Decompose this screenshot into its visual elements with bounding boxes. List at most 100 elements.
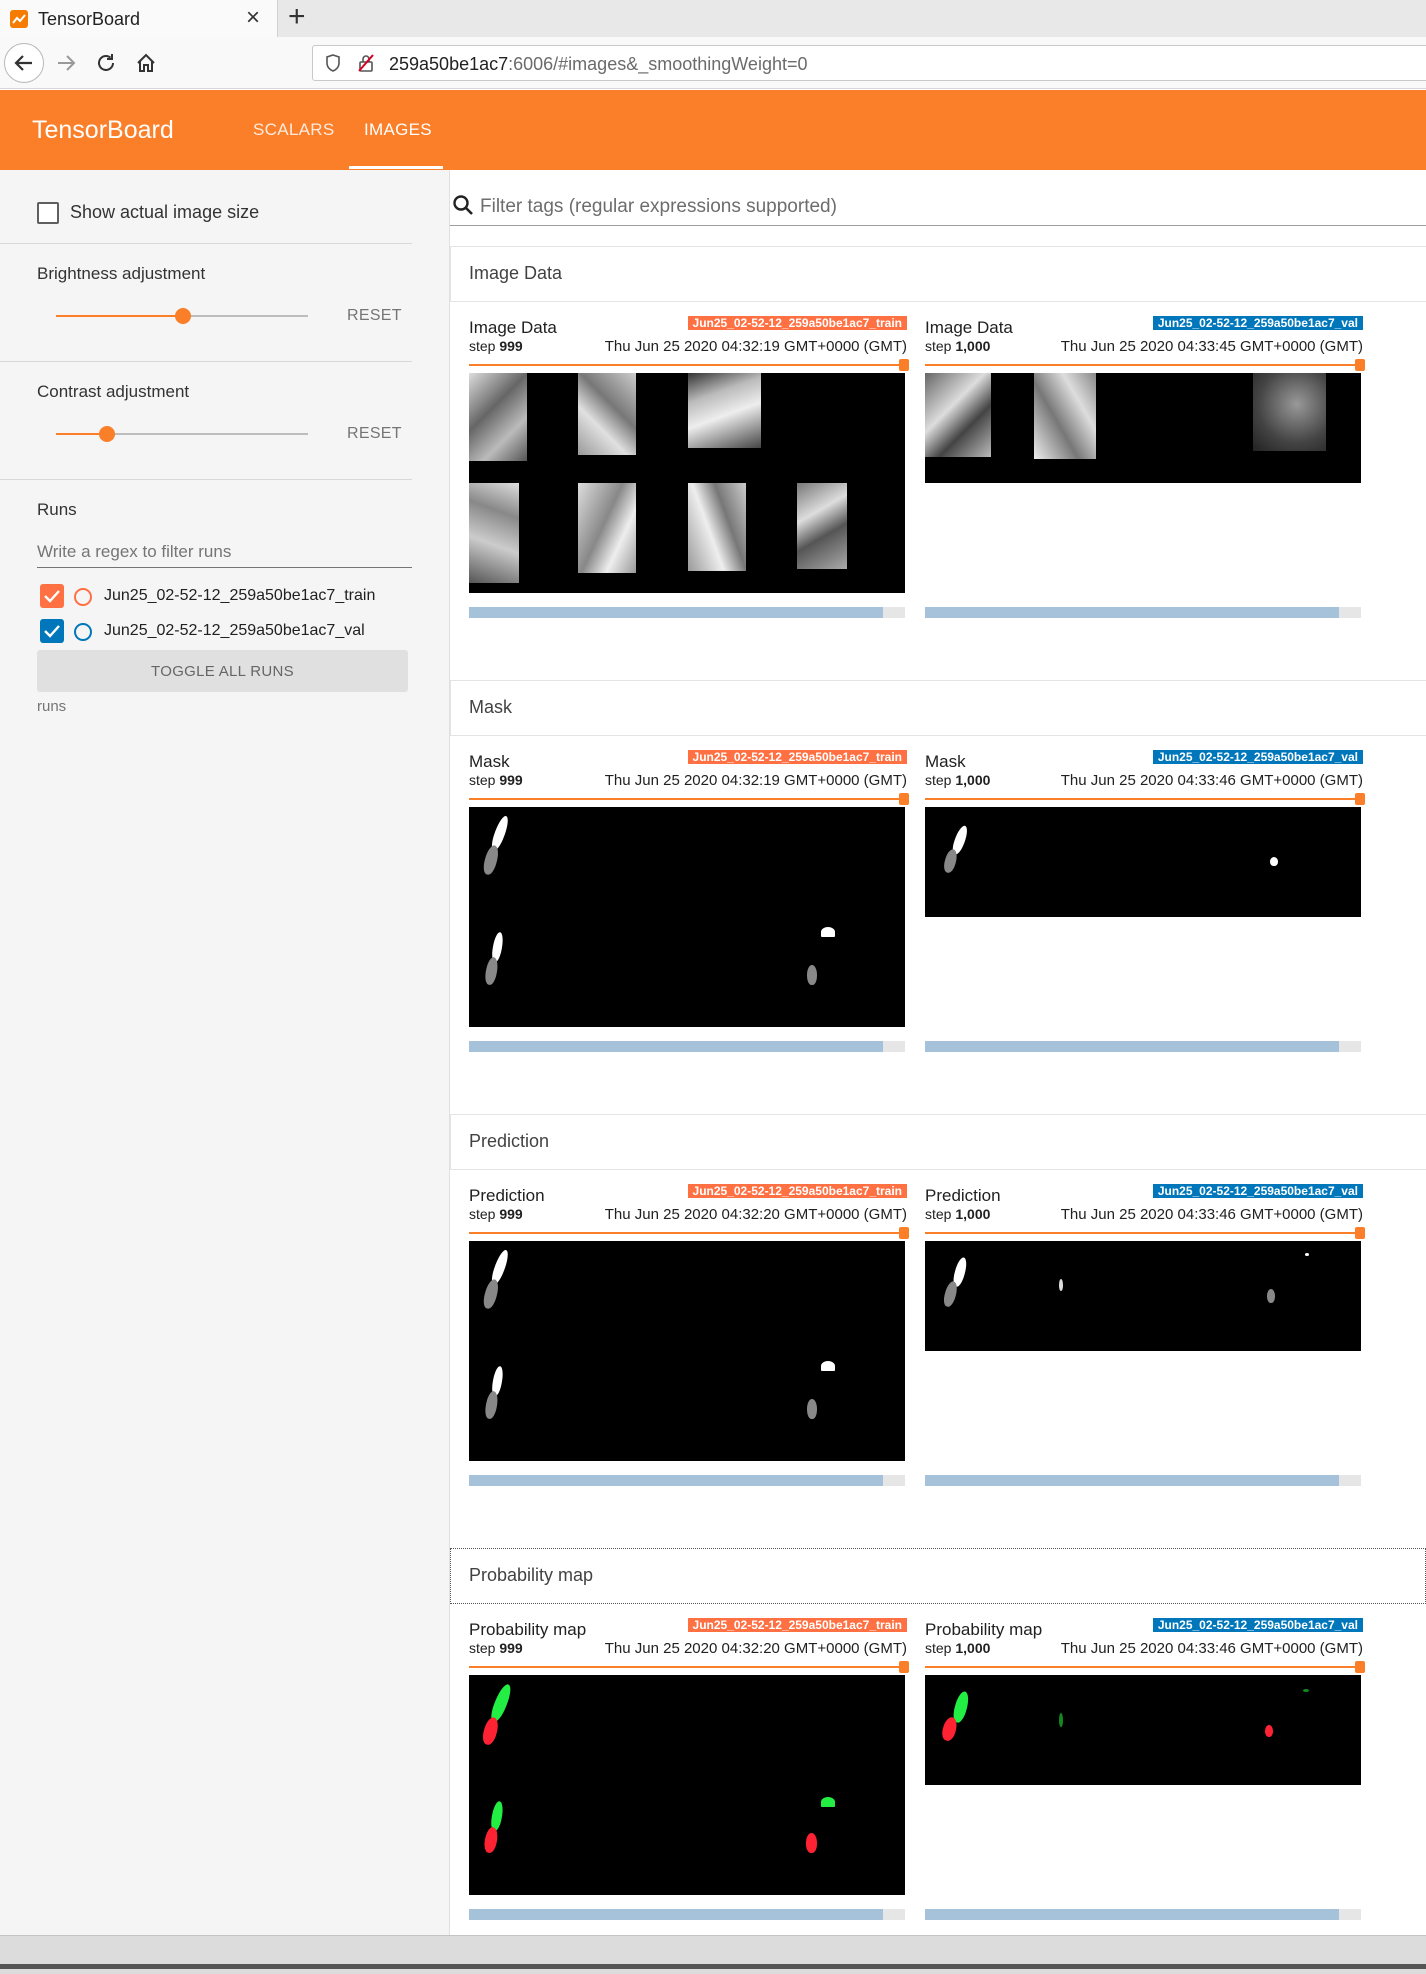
horizontal-scrollbar[interactable] <box>469 607 905 618</box>
step-slider[interactable] <box>469 359 909 371</box>
category-title: Prediction <box>469 1131 550 1151</box>
timestamp: Thu Jun 25 2020 04:33:46 GMT+0000 (GMT) <box>1060 772 1363 789</box>
mri-tile <box>469 483 519 583</box>
mri-tile <box>1253 373 1326 451</box>
category-header[interactable]: Mask <box>450 680 1426 736</box>
brightness-section: Brightness adjustment RESET <box>0 244 412 362</box>
scrollbar-thumb[interactable] <box>925 1475 1339 1486</box>
image-card-train: Mask Jun25_02-52-12_259a50be1ac7_train s… <box>467 750 909 1052</box>
horizontal-scrollbar[interactable] <box>469 1041 905 1052</box>
scrollbar-thumb[interactable] <box>469 607 883 618</box>
browser-tab[interactable]: TensorBoard × <box>0 0 278 37</box>
reload-button[interactable] <box>88 45 124 81</box>
step-slider[interactable] <box>925 1661 1365 1673</box>
url-text[interactable]: 259a50be1ac7:6006/#images&_smoothingWeig… <box>389 54 808 75</box>
mask-val-image <box>925 807 1361 917</box>
probability-map-train-image <box>469 1675 905 1895</box>
card-title: Image Data <box>469 318 557 337</box>
reload-icon <box>98 54 114 71</box>
step-slider[interactable] <box>469 1227 909 1239</box>
show-actual-size-section: Show actual image size <box>0 170 412 244</box>
card-title: Prediction <box>925 1186 1001 1205</box>
step-slider[interactable] <box>469 793 909 805</box>
scrollbar-thumb[interactable] <box>925 1041 1339 1052</box>
step-slider[interactable] <box>925 793 1365 805</box>
timestamp: Thu Jun 25 2020 04:32:20 GMT+0000 (GMT) <box>604 1206 907 1223</box>
run-badge: Jun25_02-52-12_259a50be1ac7_train <box>687 750 907 764</box>
back-button[interactable] <box>4 43 44 83</box>
horizontal-scrollbar[interactable] <box>925 1909 1361 1920</box>
step-slider-thumb[interactable] <box>1355 359 1365 371</box>
shield-icon[interactable] <box>325 54 341 77</box>
mask-blob <box>1270 857 1278 866</box>
tab-close-icon[interactable]: × <box>246 4 260 32</box>
show-actual-size-checkbox[interactable] <box>37 202 59 224</box>
horizontal-scrollbar[interactable] <box>469 1909 905 1920</box>
step-slider-thumb[interactable] <box>899 359 909 371</box>
run-badge: Jun25_02-52-12_259a50be1ac7_train <box>687 1618 907 1632</box>
scrollbar-thumb[interactable] <box>469 1041 883 1052</box>
step-slider-thumb[interactable] <box>1355 793 1365 805</box>
step-slider-thumb[interactable] <box>899 793 909 805</box>
address-bar[interactable]: 259a50be1ac7:6006/#images&_smoothingWeig… <box>312 45 1426 81</box>
runs-filter-input[interactable] <box>37 536 412 568</box>
tab-scalars[interactable]: SCALARS <box>253 120 334 140</box>
forward-arrow-icon <box>58 55 76 71</box>
image-data-val-image <box>925 373 1361 483</box>
scrollbar-thumb[interactable] <box>469 1475 883 1486</box>
brightness-reset-button[interactable]: RESET <box>347 307 402 325</box>
probability-map-val-image <box>925 1675 1361 1785</box>
mri-tile <box>578 373 636 455</box>
toggle-all-runs-button[interactable]: TOGGLE ALL RUNS <box>37 650 408 692</box>
scrollbar-thumb[interactable] <box>925 607 1339 618</box>
new-tab-button[interactable]: + <box>288 0 306 34</box>
run-badge: Jun25_02-52-12_259a50be1ac7_val <box>1152 1618 1363 1632</box>
prob-blob-green <box>1303 1689 1309 1692</box>
home-button[interactable] <box>128 45 164 81</box>
card-title: Probability map <box>925 1620 1043 1639</box>
run-color-circle-train[interactable] <box>74 588 92 606</box>
mask-blob <box>821 927 835 937</box>
horizontal-scrollbar[interactable] <box>925 1475 1361 1486</box>
contrast-slider-thumb[interactable] <box>99 426 115 442</box>
mri-tile <box>797 483 847 569</box>
timestamp: Thu Jun 25 2020 04:33:46 GMT+0000 (GMT) <box>1060 1206 1363 1223</box>
step-slider-thumb[interactable] <box>1355 1661 1365 1673</box>
step-slider[interactable] <box>925 359 1365 371</box>
prob-blob-red <box>480 1715 501 1747</box>
insecure-lock-icon[interactable] <box>357 54 375 77</box>
tab-images[interactable]: IMAGES <box>364 120 432 140</box>
window-bottom-bar <box>0 1935 1426 1974</box>
run-checkbox-train[interactable] <box>40 584 64 608</box>
step-label: step 999 <box>469 1640 523 1656</box>
step-slider-thumb[interactable] <box>1355 1227 1365 1239</box>
card-title: Image Data <box>925 318 1013 337</box>
category-header[interactable]: Image Data <box>450 246 1426 302</box>
home-icon <box>137 53 155 72</box>
scrollbar-thumb[interactable] <box>469 1909 883 1920</box>
runs-title: Runs <box>37 500 77 519</box>
forward-button[interactable] <box>48 45 84 81</box>
image-card-train: Probability map Jun25_02-52-12_259a50be1… <box>467 1618 909 1920</box>
prediction-train-image <box>469 1241 905 1461</box>
horizontal-scrollbar[interactable] <box>469 1475 905 1486</box>
category-header[interactable]: Prediction <box>450 1114 1426 1170</box>
category-title: Probability map <box>469 1565 594 1585</box>
step-slider[interactable] <box>469 1661 909 1673</box>
horizontal-scrollbar[interactable] <box>925 1041 1361 1052</box>
horizontal-scrollbar[interactable] <box>925 607 1361 618</box>
brightness-slider-thumb[interactable] <box>175 308 191 324</box>
contrast-reset-button[interactable]: RESET <box>347 425 402 443</box>
tensorboard-toolbar: TensorBoard SCALARS IMAGES <box>0 90 1426 170</box>
step-slider-thumb[interactable] <box>899 1661 909 1673</box>
step-slider-thumb[interactable] <box>899 1227 909 1239</box>
url-path: :6006/#images&_smoothingWeight=0 <box>508 54 808 74</box>
step-slider[interactable] <box>925 1227 1365 1239</box>
tag-filter-input[interactable] <box>480 192 1420 222</box>
run-checkbox-val[interactable] <box>40 619 64 643</box>
category-image-data: Image Data Image Data Jun25_02-52-12_259… <box>450 246 1426 680</box>
run-color-circle-val[interactable] <box>74 623 92 641</box>
mask-blob <box>481 843 501 877</box>
category-header[interactable]: Probability map <box>450 1548 1426 1604</box>
scrollbar-thumb[interactable] <box>925 1909 1339 1920</box>
